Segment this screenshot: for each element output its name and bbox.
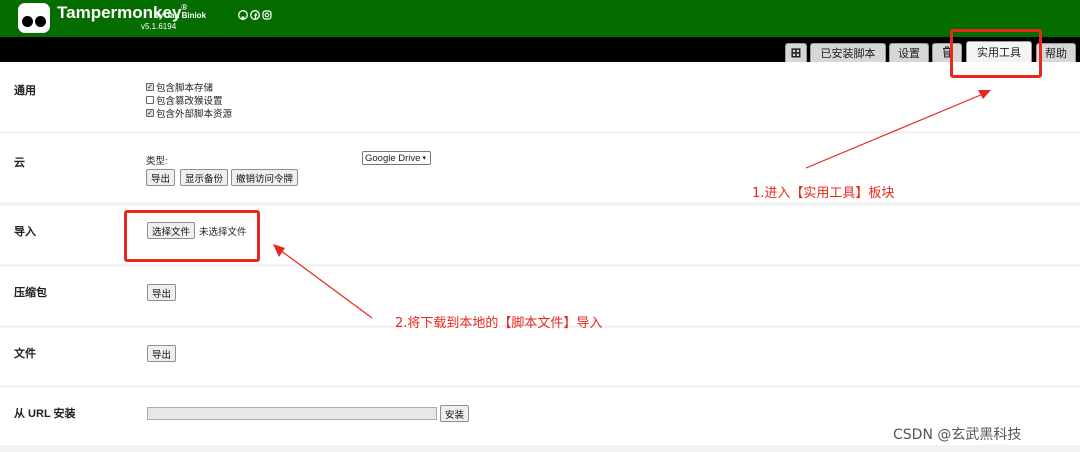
annotation-step1: 1.进入【实用工具】板块 (752, 186, 895, 201)
install-button[interactable]: 安装 (440, 405, 470, 422)
app-header: Tampermonkey® by Jan Biniok v5.1.6194 (0, 0, 1080, 37)
tab-installed-scripts[interactable]: 已安装脚本 (810, 43, 886, 62)
tab-new-script[interactable]: ⊞ (785, 43, 807, 62)
revoke-token-button[interactable]: 撤销访问令牌 (231, 169, 299, 186)
option-include-storage[interactable]: ✓ 包含脚本存储 (146, 80, 213, 94)
add-icon: ⊞ (790, 45, 802, 60)
section-general: 通用 ✓ 包含脚本存储 包含篡改猴设置 ✓ 包含外部脚本资源 (0, 62, 1080, 131)
checkbox[interactable] (146, 96, 154, 104)
github-icon[interactable] (238, 10, 248, 20)
watermark: CSDN @玄武黑科技 (893, 427, 1022, 443)
cloud-export-button[interactable]: 导出 (146, 169, 176, 186)
zip-export-button[interactable]: 导出 (147, 284, 177, 301)
highlight-utilities-tab (950, 29, 1042, 78)
tab-help[interactable]: 帮助 (1036, 43, 1076, 62)
checkbox[interactable]: ✓ (146, 83, 154, 91)
file-export-button[interactable]: 导出 (147, 345, 177, 362)
chevron-down-icon: ▾ (422, 155, 426, 162)
section-cloud: 云 类型: Google Drive ▾ 导出 显示备份 撤销访问令牌 (0, 134, 1080, 202)
show-backups-button[interactable]: 显示备份 (180, 169, 229, 186)
url-input[interactable] (147, 407, 437, 420)
cloud-type-select[interactable]: Google Drive ▾ (362, 151, 431, 165)
section-title: 通用 (14, 85, 36, 97)
annotation-step2: 2.将下载到本地的【脚本文件】导入 (395, 316, 603, 331)
section-title: 导入 (14, 226, 36, 238)
cloud-type-label: 类型: (146, 156, 168, 167)
facebook-icon[interactable] (250, 10, 260, 20)
tab-settings[interactable]: 设置 (889, 43, 929, 62)
instagram-icon[interactable] (262, 10, 272, 20)
section-title: 云 (14, 157, 25, 169)
version-label: v5.1.6194 (141, 22, 177, 31)
section-file: 文件 导出 (0, 328, 1080, 385)
section-title: 从 URL 安装 (14, 408, 76, 420)
highlight-import (124, 210, 260, 262)
option-include-settings[interactable]: 包含篡改猴设置 (146, 93, 223, 107)
tab-bar: ⊞ 已安装脚本 设置 实用工具 帮助 (0, 37, 1080, 62)
tampermonkey-logo-icon (18, 3, 50, 33)
checkbox[interactable]: ✓ (146, 109, 154, 117)
author-label: by Jan Biniok (154, 11, 207, 20)
option-include-external[interactable]: ✓ 包含外部脚本资源 (146, 106, 232, 120)
section-title: 文件 (14, 348, 36, 360)
section-title: 压缩包 (14, 287, 47, 299)
